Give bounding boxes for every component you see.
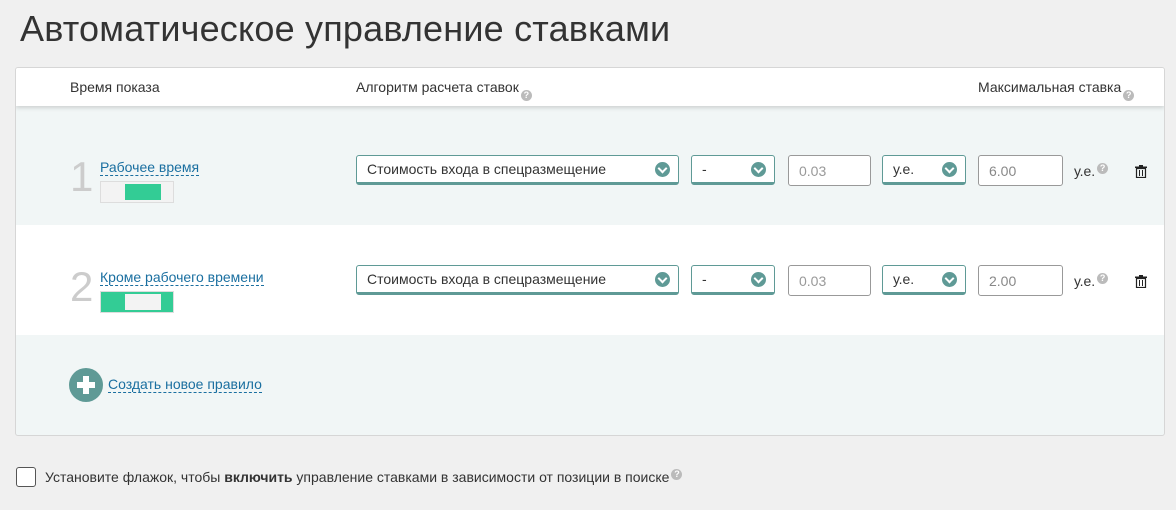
unit-select[interactable]: у.е. (882, 155, 966, 185)
unit-select[interactable]: у.е. (882, 265, 966, 295)
table-header: Время показа Алгоритм расчета ставок? Ма… (16, 68, 1164, 106)
chevron-down-icon (655, 162, 670, 177)
add-rule-link[interactable]: Создать новое правило (108, 376, 262, 393)
chevron-down-icon (655, 272, 670, 287)
trash-icon[interactable] (1135, 275, 1147, 288)
value-input[interactable]: 0.03 (788, 155, 871, 186)
header-max: Максимальная ставка? (978, 79, 1135, 101)
page-title: Автоматическое управление ставками (20, 8, 671, 49)
help-icon[interactable]: ? (1123, 90, 1135, 101)
rule-number: 1 (70, 153, 94, 200)
position-bidding-checkbox[interactable] (16, 467, 36, 487)
rule-row-2: 2 Кроме рабочего времени Стоимость входа… (16, 225, 1164, 335)
max-unit-label: у.е.? (1074, 273, 1109, 289)
header-algo: Алгоритм расчета ставок? (356, 79, 532, 101)
algorithm-select[interactable]: Стоимость входа в спецразмещение (356, 265, 679, 295)
operator-select[interactable]: - (691, 265, 775, 295)
rule-row-1: 1 Рабочее время Стоимость входа в спецра… (16, 115, 1164, 225)
help-icon[interactable]: ? (520, 90, 532, 101)
rules-panel: Время показа Алгоритм расчета ставок? Ма… (15, 67, 1165, 436)
help-icon[interactable]: ? (671, 469, 683, 480)
chevron-down-icon (751, 162, 766, 177)
max-unit-label: у.е.? (1074, 163, 1109, 179)
rule-time-link[interactable]: Рабочее время (100, 159, 200, 176)
max-bid-input[interactable]: 6.00 (978, 155, 1063, 186)
rule-time-link[interactable]: Кроме рабочего времени (100, 269, 264, 286)
add-rule-icon[interactable] (69, 368, 103, 402)
checkbox-label: Установите флажок, чтобы включить управл… (45, 469, 683, 485)
help-icon[interactable]: ? (1097, 273, 1109, 284)
help-icon[interactable]: ? (1097, 163, 1109, 174)
operator-select[interactable]: - (691, 155, 775, 185)
chevron-down-icon (942, 272, 957, 287)
schedule-bar[interactable] (100, 181, 174, 203)
rule-number: 2 (70, 263, 94, 310)
chevron-down-icon (751, 272, 766, 287)
trash-icon[interactable] (1135, 165, 1147, 178)
schedule-bar[interactable] (100, 291, 174, 313)
header-time: Время показа (70, 79, 160, 95)
max-bid-input[interactable]: 2.00 (978, 265, 1063, 296)
algorithm-select[interactable]: Стоимость входа в спецразмещение (356, 155, 679, 185)
value-input[interactable]: 0.03 (788, 265, 871, 296)
chevron-down-icon (942, 162, 957, 177)
